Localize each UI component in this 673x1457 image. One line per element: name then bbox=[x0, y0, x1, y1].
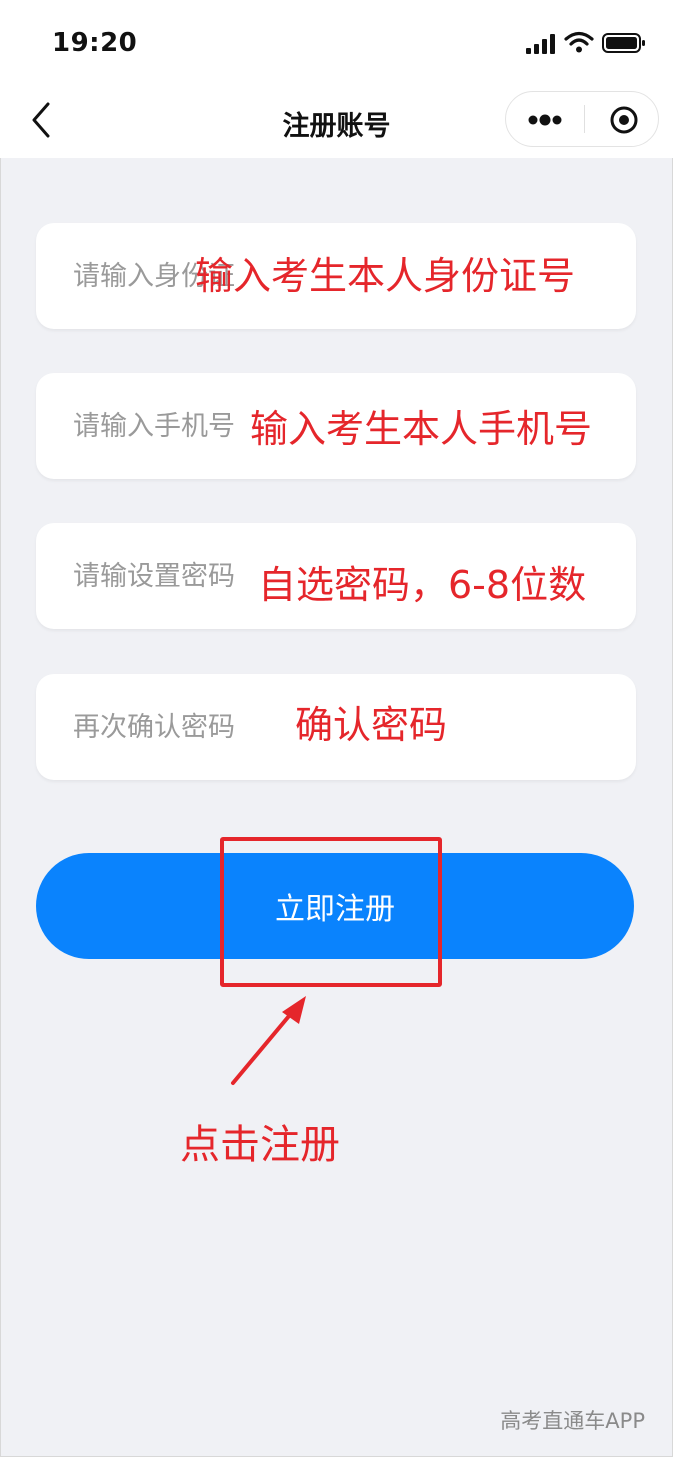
more-dots-icon bbox=[528, 114, 562, 126]
confirm-annotation: 确认密码 bbox=[295, 703, 448, 747]
signal-icon bbox=[526, 34, 555, 54]
target-circle-icon bbox=[610, 106, 638, 134]
capsule-divider bbox=[584, 105, 585, 133]
phone-annotation: 输入考生本人手机号 bbox=[250, 407, 593, 451]
close-miniapp-button[interactable] bbox=[602, 92, 646, 146]
more-button[interactable] bbox=[518, 92, 578, 146]
click-annotation: 点击注册 bbox=[180, 1122, 340, 1168]
status-time: 19:20 bbox=[52, 28, 138, 58]
wifi-icon bbox=[564, 31, 594, 53]
arrow-icon bbox=[231, 996, 306, 1085]
menu-capsule bbox=[505, 91, 659, 147]
password-annotation: 自选密码，6-8位数 bbox=[258, 563, 587, 607]
highlight-box bbox=[220, 837, 442, 987]
watermark: 高考直通车APP bbox=[500, 1409, 645, 1433]
battery-icon bbox=[602, 33, 645, 53]
id-annotation: 输入考生本人身份证号 bbox=[195, 254, 576, 298]
top-bar: 19:20 注册账号 bbox=[0, 0, 673, 158]
